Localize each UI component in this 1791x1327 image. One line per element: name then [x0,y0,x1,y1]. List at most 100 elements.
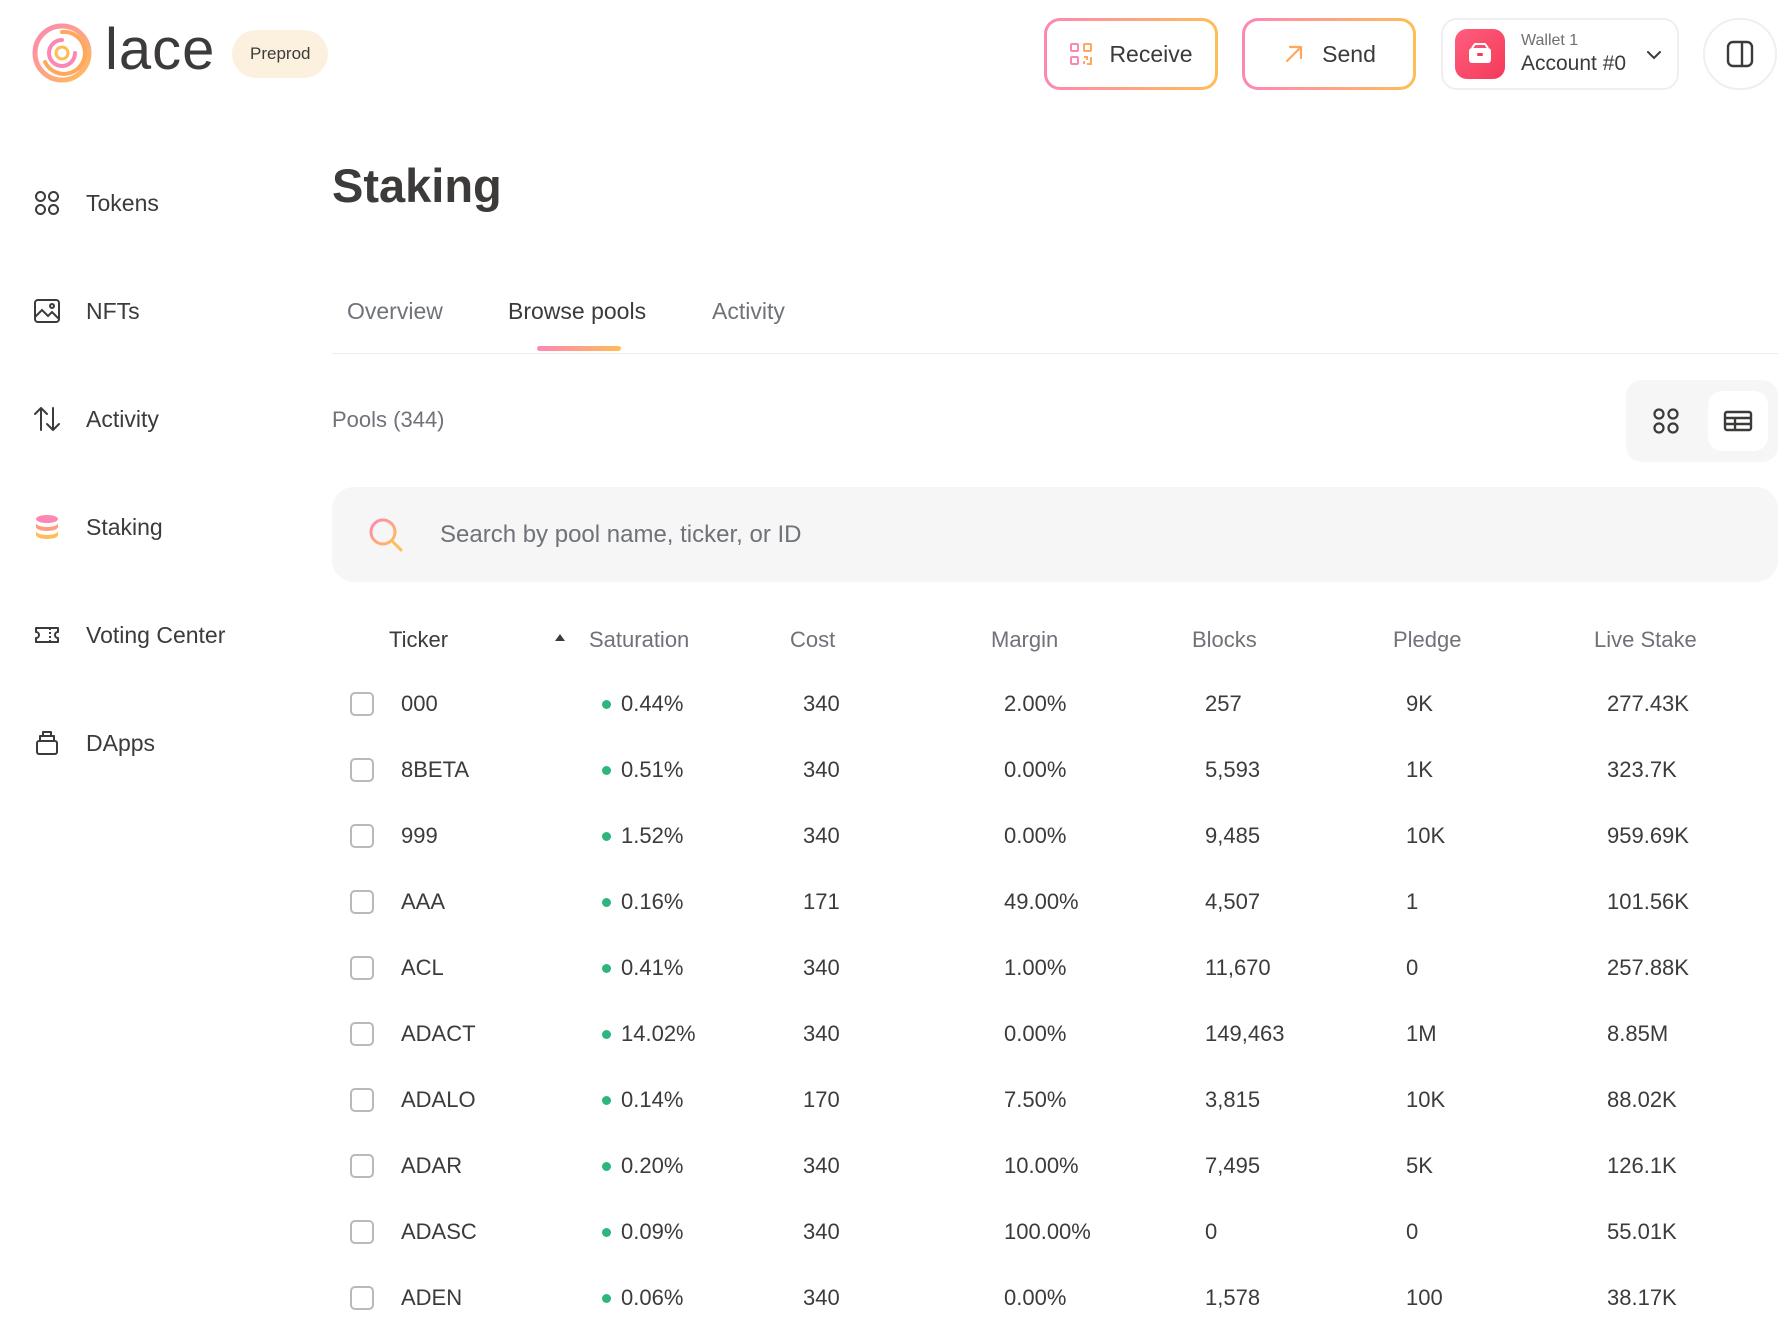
pool-row[interactable]: ACL 0.41% 340 1.00% 11,670 0 257.88K [332,935,1778,1001]
cell-pledge: 10K [1406,823,1446,848]
column-header-ticker[interactable]: Ticker [389,627,448,653]
view-mode-toggle [1626,380,1778,462]
cell-saturation: 0.06% [621,1285,684,1310]
cell-saturation: 0.51% [621,757,684,782]
cell-pledge: 9K [1406,691,1433,716]
qr-code-icon [1069,42,1093,66]
pool-row[interactable]: ADALO 0.14% 170 7.50% 3,815 10K 88.02K [332,1067,1778,1133]
saturation-status-dot [602,699,611,709]
wallet-icon [1455,29,1505,79]
cell-margin: 10.00% [1004,1153,1079,1178]
cell-pledge: 1 [1406,889,1419,914]
cell-live-stake: 257.88K [1607,955,1689,980]
cell-saturation: 0.14% [621,1087,684,1112]
sidebar-item-label: Staking [86,513,163,540]
pool-row[interactable]: ADAR 0.20% 340 10.00% 7,495 5K 126.1K [332,1133,1778,1199]
cell-live-stake: 38.17K [1607,1285,1677,1310]
sidebar-item-dapps[interactable]: DApps [32,728,155,758]
cell-live-stake: 323.7K [1607,757,1677,782]
cell-pledge: 5K [1406,1153,1433,1178]
wallet-selector[interactable]: Wallet 1 Account #0 [1441,18,1679,90]
send-button[interactable]: Send [1242,18,1416,90]
side-panel-toggle-button[interactable] [1703,18,1777,90]
column-header-pledge[interactable]: Pledge [1393,627,1462,653]
image-icon [32,296,62,326]
receive-button[interactable]: Receive [1044,18,1218,90]
row-checkbox[interactable] [350,1154,374,1178]
pool-row[interactable]: 000 0.44% 340 2.00% 257 9K 277.43K [332,671,1778,737]
cell-saturation: 14.02% [621,1021,696,1046]
row-checkbox[interactable] [350,890,374,914]
pool-row[interactable]: ADACT 14.02% 340 0.00% 149,463 1M 8.85M [332,1001,1778,1067]
search-input[interactable] [440,520,1640,549]
sidebar-item-voting-center[interactable]: Voting Center [32,620,225,650]
cell-live-stake: 55.01K [1607,1219,1677,1244]
sort-ascending-icon[interactable] [555,634,565,641]
sidebar-item-nfts[interactable]: NFTs [32,296,140,326]
pools-count: Pools (344) [332,407,445,432]
cell-cost: 340 [803,757,840,782]
tab-browse-pools[interactable]: Browse pools [508,298,646,325]
row-checkbox[interactable] [350,1022,374,1046]
cell-cost: 340 [803,1285,840,1310]
active-tab-indicator [537,346,621,351]
row-checkbox[interactable] [350,758,374,782]
row-checkbox[interactable] [350,1088,374,1112]
cell-ticker: 000 [401,691,438,716]
lace-logo[interactable]: lace [31,21,215,84]
cell-blocks: 9,485 [1205,823,1261,848]
row-checkbox[interactable] [350,956,374,980]
cell-cost: 340 [803,1021,840,1046]
arrows-up-down-icon [32,404,62,434]
row-checkbox[interactable] [350,1286,374,1310]
cell-cost: 340 [803,823,840,848]
cell-saturation: 0.20% [621,1153,684,1178]
cell-margin: 100.00% [1004,1219,1091,1244]
row-checkbox[interactable] [350,1220,374,1244]
pool-row[interactable]: 8BETA 0.51% 340 0.00% 5,593 1K 323.7K [332,737,1778,803]
table-view-button[interactable] [1708,391,1768,451]
lace-logo-icon [32,23,92,83]
cell-margin: 0.00% [1004,1021,1067,1046]
sidebar-item-staking[interactable]: Staking [32,512,163,542]
cell-margin: 0.00% [1004,757,1067,782]
column-header-blocks[interactable]: Blocks [1192,627,1257,653]
cell-ticker: 8BETA [401,757,470,782]
cell-saturation: 1.52% [621,823,684,848]
cell-pledge: 10K [1406,1087,1446,1112]
cell-blocks: 11,670 [1205,955,1271,980]
cell-saturation: 0.44% [621,691,684,716]
cell-blocks: 257 [1205,691,1242,716]
column-header-margin[interactable]: Margin [991,627,1058,653]
network-badge: Preprod [232,30,329,78]
sidebar-item-label: NFTs [86,297,140,324]
receive-label: Receive [1109,40,1193,67]
pool-row[interactable]: 999 1.52% 340 0.00% 9,485 10K 959.69K [332,803,1778,869]
cell-pledge: 0 [1406,955,1419,980]
row-checkbox[interactable] [350,692,374,716]
sidebar-item-tokens[interactable]: Tokens [32,188,159,218]
column-header-saturation[interactable]: Saturation [589,627,689,653]
pool-row[interactable]: AAA 0.16% 171 49.00% 4,507 1 101.56K [332,869,1778,935]
cell-blocks: 0 [1205,1219,1218,1244]
cell-blocks: 149,463 [1205,1021,1285,1046]
saturation-status-dot [602,1293,611,1303]
cell-margin: 0.00% [1004,1285,1067,1310]
row-checkbox[interactable] [350,824,374,848]
cell-saturation: 0.16% [621,889,684,914]
cell-cost: 170 [803,1087,840,1112]
pool-row[interactable]: ADEN 0.06% 340 0.00% 1,578 100 38.17K [332,1265,1778,1327]
cell-ticker: AAA [401,889,446,914]
pool-row[interactable]: ADASC 0.09% 340 100.00% 0 0 55.01K [332,1199,1778,1265]
column-header-live-stake[interactable]: Live Stake [1594,627,1697,653]
cell-live-stake: 101.56K [1607,889,1689,914]
grid-view-button[interactable] [1636,391,1696,451]
sidebar-item-label: DApps [86,729,156,756]
column-header-cost[interactable]: Cost [790,627,835,653]
side-panel-icon [1726,40,1754,68]
tab-overview[interactable]: Overview [347,298,443,325]
sidebar-item-activity[interactable]: Activity [32,404,159,434]
search-icon [369,518,403,551]
cell-saturation: 0.41% [621,955,684,980]
tab-activity[interactable]: Activity [712,298,785,325]
